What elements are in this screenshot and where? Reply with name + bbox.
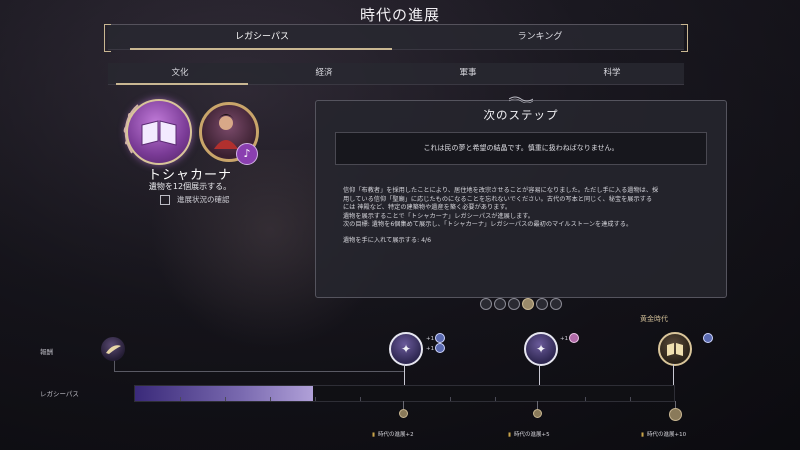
milestone-a[interactable]: ✦: [389, 332, 423, 366]
bar-tick: [495, 397, 496, 401]
pager-dot[interactable]: [536, 298, 548, 310]
page-title: 時代の進展: [359, 6, 440, 24]
tab-military[interactable]: 軍事: [396, 63, 540, 84]
golden-book-icon: [667, 343, 683, 356]
pager-dot[interactable]: [480, 298, 492, 310]
era-icon: ▮: [508, 432, 512, 438]
panel-quote: これは民の夢と希望の結晶です。慎重に扱わねばなりません。: [335, 132, 707, 165]
reward-pin[interactable]: [399, 409, 408, 418]
bar-tick: [180, 397, 181, 401]
reward-text: 時代の進展+2: [378, 432, 414, 438]
pager-dot-active[interactable]: [522, 298, 534, 310]
panel-ornament-icon: [509, 96, 533, 103]
desc-line: 次の目標: 遺物を6個集めて展示し、「トシャカーナ」レガシーパスの最初のマイルス…: [343, 221, 633, 229]
progress-check-row[interactable]: 進展状況の確認: [160, 194, 230, 206]
progress-checkbox-label: 進展状況の確認: [177, 195, 230, 204]
reward-pin-stem: [403, 401, 404, 409]
milestone-a-connector: [404, 364, 405, 385]
bonus-science-icon: [435, 333, 445, 343]
bonus-value: +1: [426, 336, 435, 342]
bonus-science-icon: [703, 333, 713, 343]
book-laurel-icon[interactable]: [126, 99, 192, 165]
reward-pin-stem: [537, 401, 538, 409]
feather-icon: [101, 337, 125, 361]
milestone-b[interactable]: ✦: [524, 332, 558, 366]
category-tab-bar: 文化 経済 軍事 科学: [108, 63, 684, 85]
bar-tick: [225, 397, 226, 401]
legacy-progress-fill: [135, 386, 313, 401]
era-icon: ▮: [372, 432, 376, 438]
reward-text: 時代の進展+5: [514, 432, 550, 438]
reward-pin-stem: [675, 401, 676, 408]
legacy-row-label: レガシーパス: [40, 390, 79, 398]
next-step-panel: 次のステップ これは民の夢と希望の結晶です。慎重に扱わねばなりません。 信仰「布…: [315, 96, 727, 298]
reward-label: ▮ 時代の進展+2: [372, 430, 414, 438]
bar-tick: [630, 397, 631, 401]
bonus-value: +1: [560, 336, 569, 342]
bonus-culture-icon: [435, 343, 445, 353]
desc-line: には 神殿など、特定の建築物や遺産を築く必要があります。: [343, 204, 512, 212]
milestone-golden-age[interactable]: [658, 332, 692, 366]
reward-text: 時代の進展+10: [647, 432, 687, 438]
bar-tick: [450, 397, 451, 401]
tab-ranking[interactable]: ランキング: [396, 25, 684, 49]
bonus-value: +1: [426, 346, 435, 352]
tab-legacy-path[interactable]: レガシーパス: [118, 25, 406, 49]
legacy-progress-bar: [134, 385, 675, 402]
bar-tick: [270, 397, 271, 401]
tab-economy[interactable]: 経済: [252, 63, 396, 84]
reward-label: ▮ 時代の進展+10: [641, 430, 686, 438]
tabbar-cap-left: [104, 24, 111, 52]
reward-pin[interactable]: [533, 409, 542, 418]
bar-tick: [360, 397, 361, 401]
feather-glyph: [106, 345, 121, 354]
panel-description: 信仰「布教者」を採用したことにより、居住地を改宗させることが容易になりました。た…: [343, 187, 705, 246]
active-category-underline: [116, 83, 248, 85]
desc-line: 信仰「布教者」を採用したことにより、居住地を改宗させることが容易になりました。た…: [343, 187, 659, 194]
reward-pin-major[interactable]: [669, 408, 682, 421]
bar-tick: [585, 397, 586, 401]
pager-dot[interactable]: [550, 298, 562, 310]
mind-puzzle-icon: ✦: [535, 342, 547, 356]
track-line: [114, 371, 404, 372]
golden-age-label: 黄金時代: [640, 315, 668, 323]
era-icon: ▮: [641, 432, 645, 438]
reward-row-label: 報酬: [40, 348, 53, 356]
bonus-happiness-icon: [569, 333, 579, 343]
reward-label: ▮ 時代の進展+5: [508, 430, 550, 438]
desc-line: 用している信仰「聖廟」に応じたものになることを忘れないでください。古代の写本と同…: [343, 195, 652, 203]
main-tab-bar: レガシーパス ランキング: [104, 24, 688, 52]
bar-tick: [315, 397, 316, 401]
milestone-c-connector: [673, 364, 674, 385]
mind-puzzle-icon: ✦: [400, 342, 412, 356]
panel-title: 次のステップ: [483, 108, 559, 122]
active-tab-underline: [130, 48, 392, 50]
progress-text: 遺物を手に入れて展示する: 4/6: [343, 236, 432, 244]
open-book-icon: [141, 120, 177, 146]
progress-checkbox[interactable]: [160, 195, 170, 205]
milestone-b-connector: [539, 364, 540, 385]
pager-dot[interactable]: [508, 298, 520, 310]
tab-science[interactable]: 科学: [540, 63, 684, 84]
music-note-icon: ♪: [236, 143, 258, 165]
tab-culture[interactable]: 文化: [108, 63, 252, 84]
civ-goal-text: 遺物を12個展示する。: [148, 182, 232, 191]
pager-dot[interactable]: [494, 298, 506, 310]
